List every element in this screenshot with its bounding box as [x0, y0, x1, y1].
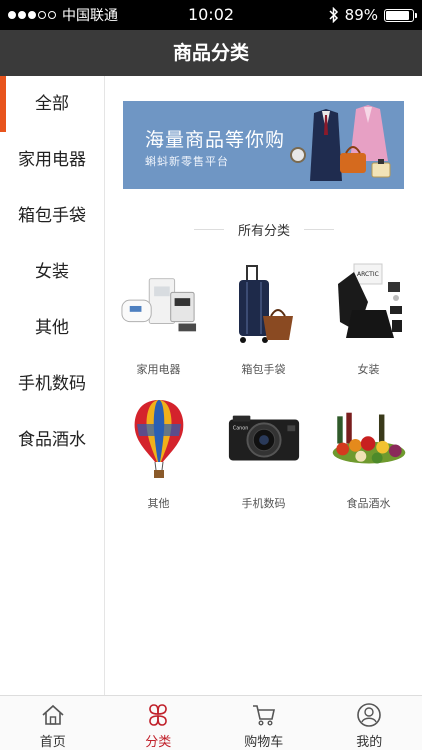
- banner-subtitle: 蝌蚪新零售平台: [145, 155, 229, 168]
- battery-icon: [384, 8, 417, 22]
- promo-banner[interactable]: 海量商品等你购 蝌蚪新零售平台: [123, 101, 404, 189]
- section-title: 所有分类: [237, 223, 290, 239]
- category-item-bags[interactable]: 箱包手袋: [211, 261, 316, 381]
- cart-icon: [252, 705, 275, 726]
- tab-category-label: 分类: [145, 735, 172, 750]
- tab-profile[interactable]: 我的: [317, 696, 422, 750]
- food-drinks-image: [330, 395, 408, 483]
- category-item-food-drinks[interactable]: 食品酒水: [316, 395, 421, 515]
- category-label: 女装: [357, 363, 380, 376]
- tab-home-label: 首页: [39, 735, 66, 750]
- sidebar-item-food-drinks[interactable]: 食品酒水: [0, 412, 104, 468]
- bottom-tab-bar: 首页 分类 购物车 我的: [0, 695, 422, 750]
- category-item-digital[interactable]: Canon 手机数码: [211, 395, 316, 515]
- category-label: 手机数码: [241, 497, 286, 510]
- bluetooth-icon: [329, 7, 338, 23]
- appliances-image: [120, 261, 198, 349]
- svg-text:Canon: Canon: [233, 425, 249, 431]
- section-header: 所有分类: [106, 214, 422, 244]
- divider-right: [304, 228, 334, 230]
- svg-text:ARCTIC: ARCTIC: [357, 271, 379, 278]
- category-label: 食品酒水: [346, 497, 391, 510]
- category-label: 箱包手袋: [241, 363, 286, 376]
- category-sidebar: 全部 家用电器 箱包手袋 女装 其他 手机数码 食品酒水: [0, 76, 105, 695]
- tab-profile-label: 我的: [356, 735, 383, 750]
- fashion-products-image: [290, 105, 391, 181]
- category-icon: [149, 704, 168, 726]
- status-bar: 中国联通 10:02 89%: [0, 0, 422, 30]
- battery-fill: [386, 10, 410, 20]
- sidebar-item-womens-clothing[interactable]: 女装: [0, 244, 104, 300]
- tab-cart-label: 购物车: [244, 735, 284, 750]
- category-item-other[interactable]: 其他: [106, 395, 211, 515]
- divider-left: [193, 228, 224, 230]
- category-content: 海量商品等你购 蝌蚪新零售平台 所有分类 家用电器 箱包手袋 ARCTIC 女装…: [106, 76, 422, 695]
- sidebar-item-all[interactable]: 全部: [0, 76, 104, 132]
- sidebar-item-digital[interactable]: 手机数码: [0, 356, 104, 412]
- category-item-womens-clothing[interactable]: ARCTIC 女装: [316, 261, 421, 381]
- tab-cart[interactable]: 购物车: [211, 696, 317, 750]
- luggage-image: [225, 261, 303, 349]
- profile-icon: [357, 703, 382, 727]
- page-title: 商品分类: [0, 30, 422, 76]
- home-icon: [42, 704, 64, 725]
- womens-clothing-image: ARCTIC: [330, 261, 408, 349]
- camera-image: Canon: [225, 395, 303, 483]
- category-item-appliances[interactable]: 家用电器: [106, 261, 211, 381]
- category-label: 家用电器: [136, 363, 181, 376]
- tab-home[interactable]: 首页: [0, 696, 106, 750]
- status-right: 89%: [329, 0, 417, 30]
- tab-category[interactable]: 分类: [106, 696, 212, 750]
- hot-air-balloon-image: [120, 395, 198, 483]
- battery-percent: 89%: [344, 6, 378, 24]
- banner-title: 海量商品等你购: [145, 129, 286, 151]
- sidebar-item-appliances[interactable]: 家用电器: [0, 132, 104, 188]
- sidebar-item-other[interactable]: 其他: [0, 300, 104, 356]
- category-label: 其他: [147, 497, 170, 510]
- sidebar-item-bags[interactable]: 箱包手袋: [0, 188, 104, 244]
